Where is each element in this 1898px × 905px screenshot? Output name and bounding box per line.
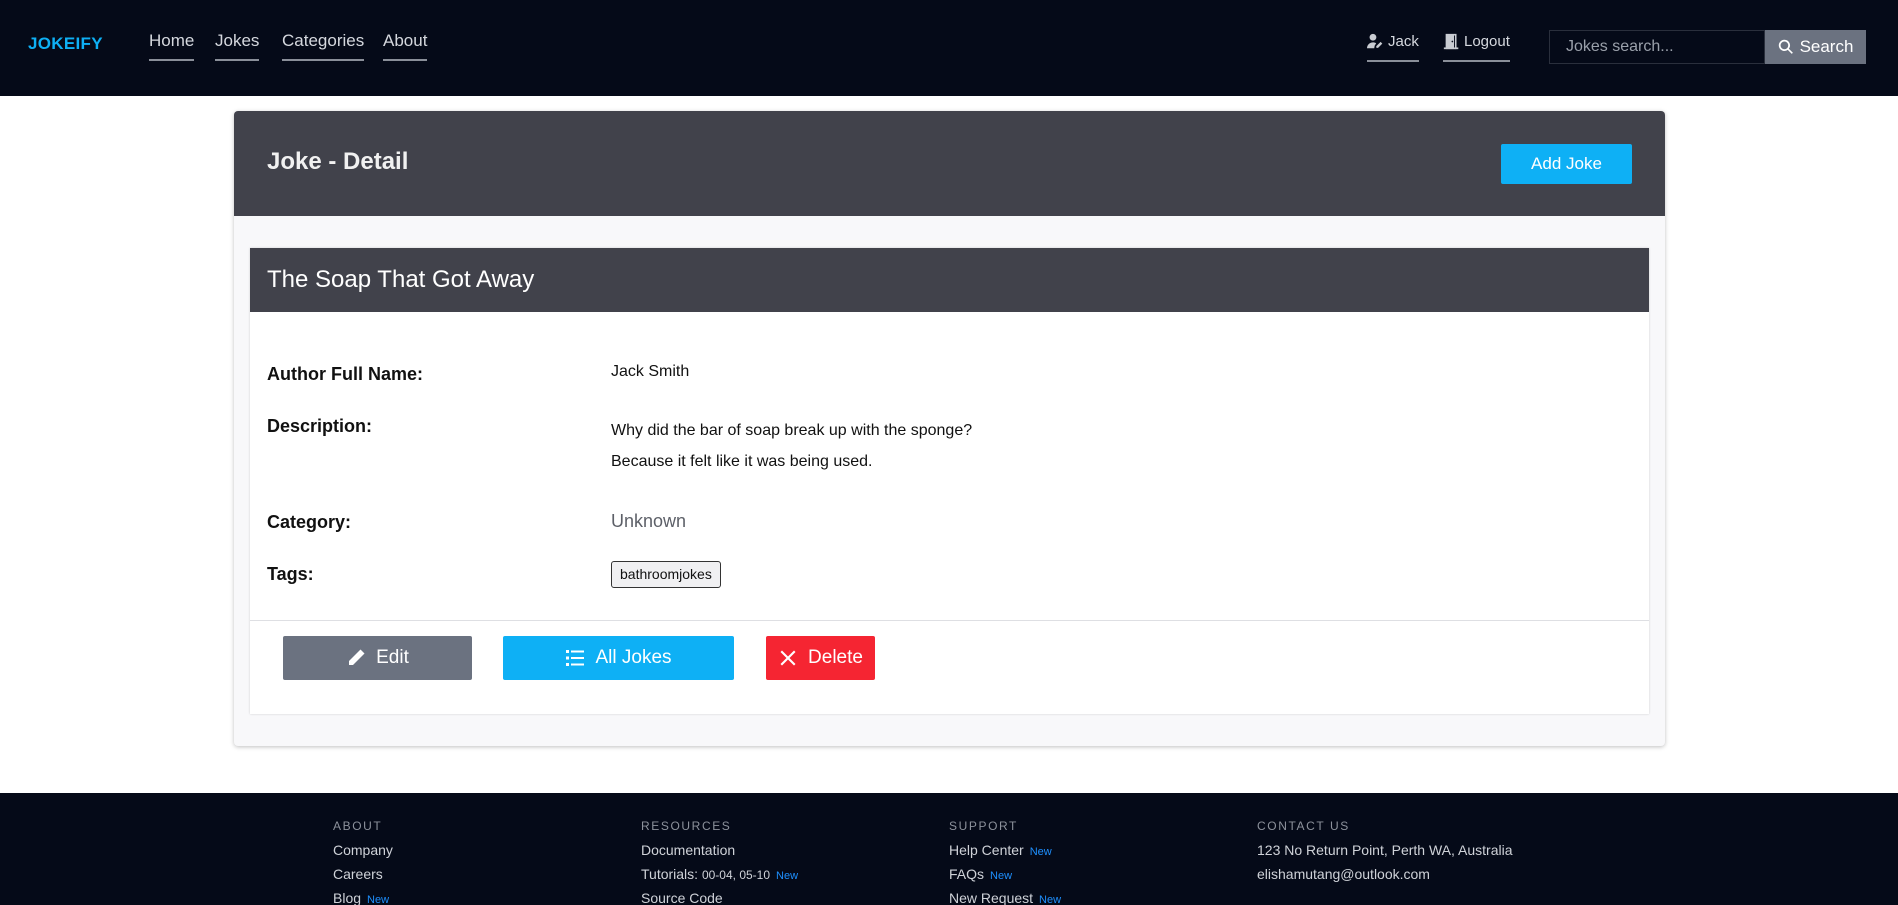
edit-button-label: Edit: [376, 647, 409, 668]
nav-user-link[interactable]: Jack: [1367, 33, 1419, 62]
category-value: Unknown: [611, 511, 687, 531]
footer-support-heading: SUPPORT: [949, 819, 1018, 833]
all-jokes-button-label: All Jokes: [595, 647, 672, 668]
new-badge: New: [776, 870, 799, 882]
list-icon: [566, 650, 585, 666]
tags-label: Tags:: [267, 564, 314, 584]
footer-about-column: ABOUT Company Careers Blog New: [333, 819, 393, 905]
footer-link-documentation[interactable]: Documentation: [641, 842, 798, 866]
footer-link-help-center[interactable]: Help Center New: [949, 842, 1061, 866]
footer-contact-column: CONTACT US 123 No Return Point, Perth WA…: [1257, 819, 1513, 890]
nav-link-about[interactable]: About: [383, 31, 428, 61]
footer: ABOUT Company Careers Blog New RESOURCES …: [0, 793, 1898, 905]
search-input[interactable]: [1549, 30, 1765, 64]
new-badge: New: [367, 894, 390, 905]
navbar: JOKEIFY Home Jokes Categories About Jack…: [0, 0, 1898, 96]
joke-detail-card: Joke - Detail Add Joke The Soap That Got…: [234, 111, 1665, 746]
footer-resources-heading: RESOURCES: [641, 819, 732, 833]
footer-link-faqs[interactable]: FAQs New: [949, 866, 1061, 890]
author-value: Jack Smith: [611, 363, 690, 380]
category-label: Category:: [267, 512, 352, 532]
search-icon: [1778, 39, 1793, 54]
footer-resources-column: RESOURCES Documentation Tutorials: 00-04…: [641, 819, 798, 905]
new-badge: New: [990, 870, 1013, 882]
nav-link-categories[interactable]: Categories: [282, 31, 365, 61]
footer-contact-heading: CONTACT US: [1257, 819, 1350, 833]
footer-link-careers[interactable]: Careers: [333, 866, 393, 890]
search-button[interactable]: Search: [1765, 30, 1866, 64]
footer-link-tutorials[interactable]: Tutorials: 00-04, 05-10 New: [641, 866, 798, 890]
nav-link-jokes[interactable]: Jokes: [215, 31, 260, 61]
all-jokes-button[interactable]: All Jokes: [503, 636, 734, 680]
door-icon: [1443, 33, 1459, 50]
joke-panel-header: The Soap That Got Away: [250, 248, 1649, 312]
footer-link-source-code[interactable]: Source Code: [641, 890, 798, 905]
new-badge: New: [1039, 894, 1062, 905]
description-line-2: Because it felt like it was being used.: [611, 453, 873, 470]
nav-logout-link[interactable]: Logout: [1443, 33, 1510, 62]
add-joke-button[interactable]: Add Joke: [1501, 144, 1632, 184]
footer-support-column: SUPPORT Help Center New FAQs New New Reque…: [949, 819, 1061, 905]
footer-link-blog[interactable]: Blog New: [333, 890, 393, 905]
footer-contact-email[interactable]: elishamutang@outlook.com: [1257, 866, 1513, 890]
delete-button[interactable]: Delete: [766, 636, 875, 680]
nav-logout-label: Logout: [1464, 33, 1510, 50]
page-title: Joke - Detail: [267, 148, 409, 175]
tag-badge[interactable]: bathroomjokes: [611, 561, 721, 588]
footer-link-new-request[interactable]: New Request New: [949, 890, 1061, 905]
footer-contact-address: 123 No Return Point, Perth WA, Australia: [1257, 842, 1513, 858]
brand-logo[interactable]: JOKEIFY: [28, 34, 103, 54]
nav-link-home[interactable]: Home: [149, 31, 195, 61]
description-label: Description:: [267, 416, 373, 436]
joke-title: The Soap That Got Away: [267, 266, 535, 293]
edit-button[interactable]: Edit: [283, 636, 472, 680]
divider: [250, 620, 1649, 621]
footer-about-heading: ABOUT: [333, 819, 383, 833]
card-header: Joke - Detail Add Joke: [234, 111, 1665, 216]
author-label: Author Full Name:: [267, 364, 423, 384]
search-button-label: Search: [1799, 37, 1854, 56]
user-edit-icon: [1367, 33, 1383, 49]
close-icon: [780, 650, 796, 666]
joke-panel: The Soap That Got Away Author Full Name:…: [250, 248, 1649, 714]
delete-button-label: Delete: [808, 647, 863, 668]
description-line-1: Why did the bar of soap break up with th…: [611, 422, 973, 439]
pencil-icon: [349, 649, 365, 665]
nav-user-label: Jack: [1388, 33, 1419, 50]
new-badge: New: [1029, 846, 1052, 858]
footer-link-company[interactable]: Company: [333, 842, 393, 866]
